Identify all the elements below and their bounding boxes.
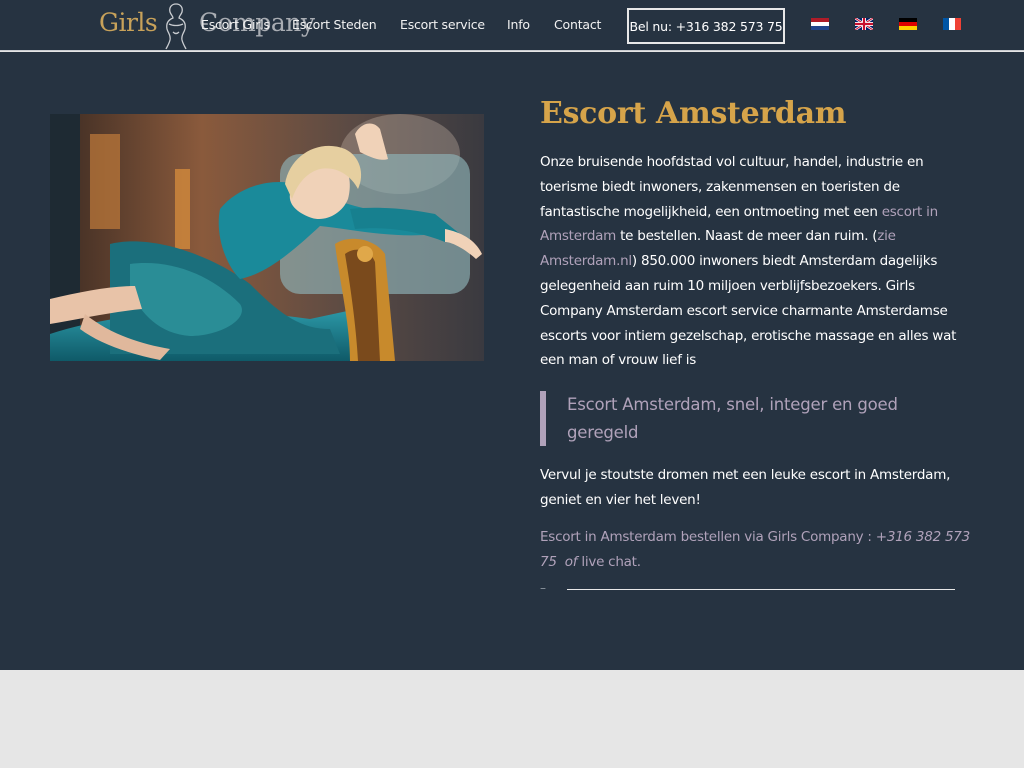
dash-mark: – bbox=[540, 581, 546, 595]
order-text: Escort in Amsterdam bestellen via Girls … bbox=[540, 529, 876, 545]
order-paragraph: Escort in Amsterdam bestellen via Girls … bbox=[540, 525, 970, 575]
page-title: Escort Amsterdam bbox=[540, 96, 847, 131]
escort-photo bbox=[50, 114, 484, 361]
nav-escort-steden[interactable]: Escort Steden bbox=[292, 17, 377, 32]
dutch-flag-icon[interactable] bbox=[811, 18, 829, 30]
nav-escort-service[interactable]: Escort service bbox=[400, 17, 485, 32]
french-flag-icon[interactable] bbox=[943, 18, 961, 30]
or-text: of bbox=[564, 553, 578, 570]
call-now-button[interactable]: Bel nu: +316 382 573 75 bbox=[627, 8, 785, 44]
nav-info[interactable]: Info bbox=[507, 17, 530, 32]
dreams-paragraph: Vervul je stoutste dromen met een leuke … bbox=[540, 467, 951, 508]
intro-paragraph: Onze bruisende hoofdstad vol cultuur, ha… bbox=[540, 150, 970, 373]
logo-text-girls: Girls bbox=[99, 8, 158, 37]
german-flag-icon[interactable] bbox=[899, 18, 917, 30]
nav-contact[interactable]: Contact bbox=[554, 17, 601, 32]
nav-escort-girls[interactable]: Escort Girls bbox=[201, 17, 270, 32]
divider-line bbox=[567, 589, 955, 590]
intro-text-2: te bestellen. Naast de meer dan ruim. ( bbox=[616, 228, 878, 245]
live-chat-link[interactable]: live chat. bbox=[581, 554, 641, 570]
main-content: Escort Amsterdam Onze bruisende hoofdsta… bbox=[0, 52, 1024, 670]
intro-text-3: ) 850.000 inwoners biedt Amsterdam dagel… bbox=[540, 253, 957, 369]
woman-silhouette-icon bbox=[165, 3, 187, 50]
footer-area bbox=[0, 670, 1024, 768]
highlight-quote: Escort Amsterdam, snel, integer en goed … bbox=[567, 395, 898, 442]
site-header: Girls Company Escort Girls Escort Steden… bbox=[0, 0, 1024, 51]
intro-text-1: Onze bruisende hoofdstad vol cultuur, ha… bbox=[540, 154, 924, 220]
quote-bar bbox=[540, 391, 546, 446]
uk-flag-icon[interactable] bbox=[855, 18, 873, 30]
